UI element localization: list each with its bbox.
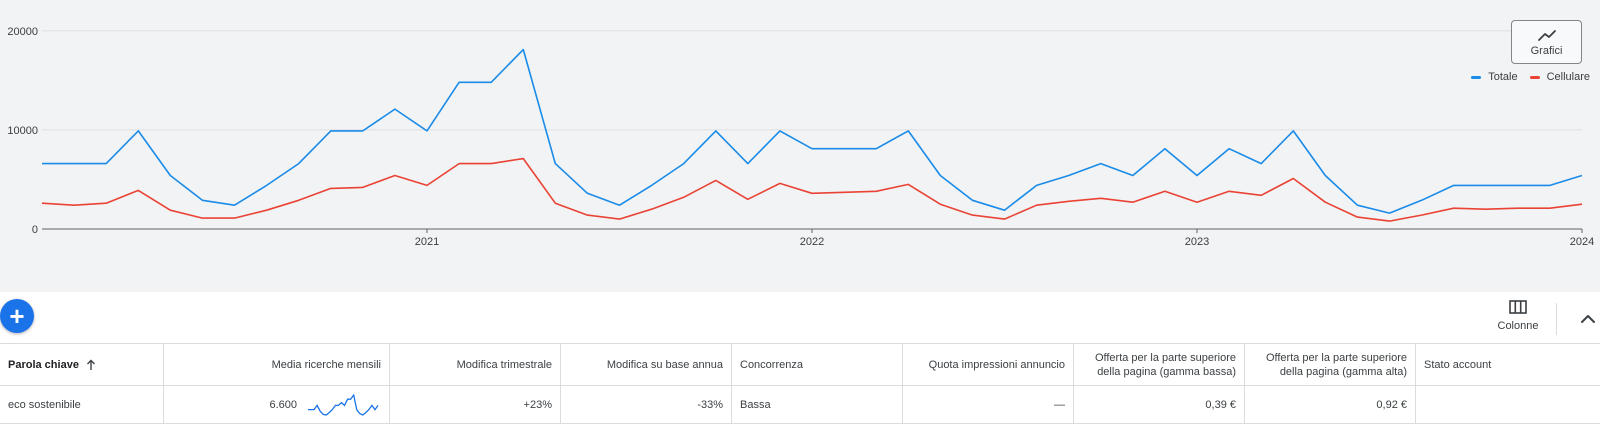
x-tick-label-2022: 2022 — [800, 236, 824, 248]
y-tick-label-10000: 10000 — [7, 125, 38, 137]
sort-arrow-up-icon[interactable] — [86, 359, 96, 371]
header-account-status[interactable]: Stato account — [1416, 344, 1600, 385]
plus-icon: + — [9, 301, 25, 331]
header-bid-low[interactable]: Offerta per la parte superiore della pag… — [1074, 344, 1245, 385]
sparkline-path — [308, 392, 379, 416]
header-impression-share-label: Quota impressioni annuncio — [928, 358, 1065, 371]
charts-button[interactable]: Grafici — [1511, 20, 1582, 64]
cell-bid-low: 0,39 € — [1074, 386, 1245, 423]
header-avg-searches-label: Media ricerche mensili — [271, 358, 381, 371]
y-tick-label-20000: 20000 — [7, 26, 38, 38]
legend-item-cellulare[interactable]: Cellulare — [1529, 71, 1590, 83]
competition-value: Bassa — [740, 398, 771, 411]
header-impression-share[interactable]: Quota impressioni annuncio — [903, 344, 1074, 385]
cell-avg-searches: 6.600 — [164, 386, 390, 423]
cell-bid-high: 0,92 € — [1245, 386, 1416, 423]
columns-icon — [1509, 300, 1527, 314]
toolbar-divider — [1556, 303, 1557, 335]
header-account-status-label: Stato account — [1424, 358, 1492, 371]
charts-button-label: Grafici — [1530, 44, 1563, 57]
header-yoy-change[interactable]: Modifica su base annua — [561, 344, 732, 385]
impression-share-value: — — [1054, 398, 1065, 411]
header-three-month-change-label: Modifica trimestrale — [456, 358, 552, 371]
columns-button-label: Colonne — [1497, 320, 1539, 332]
legend-item-totale[interactable]: Totale — [1471, 71, 1518, 83]
table-header: Parola chiave Media ricerche mensili Mod… — [0, 343, 1600, 386]
header-yoy-change-label: Modifica su base annua — [606, 358, 723, 371]
collapse-chart-button[interactable] — [1577, 310, 1599, 328]
header-bid-low-label: Offerta per la parte superiore della pag… — [1094, 351, 1236, 378]
header-avg-searches[interactable]: Media ricerche mensili — [164, 344, 390, 385]
avg-searches-value: 6.600 — [269, 398, 297, 411]
y-tick-label-0: 0 — [32, 224, 38, 236]
series-line-cellulare — [41, 157, 1583, 222]
legend-swatch-totale — [1471, 75, 1482, 79]
header-competition-label: Concorrenza — [740, 358, 803, 371]
legend-label-totale: Totale — [1488, 71, 1518, 83]
x-tick-label-2024: 2024 — [1570, 236, 1594, 248]
keyword-text: eco sostenibile — [8, 398, 81, 411]
bid-high-value: 0,92 € — [1376, 398, 1407, 411]
header-competition[interactable]: Concorrenza — [732, 344, 903, 385]
chart-legend: Totale Cellulare — [1459, 71, 1590, 83]
cell-yoy-change: -33% — [561, 386, 732, 423]
cell-impression-share: — — [903, 386, 1074, 423]
header-three-month-change[interactable]: Modifica trimestrale — [390, 344, 561, 385]
add-keywords-button[interactable]: + — [0, 299, 34, 333]
yoy-change-value: -33% — [697, 398, 723, 411]
trend-line-icon — [1537, 29, 1556, 41]
three-month-change-value: +23% — [523, 398, 552, 411]
legend-label-cellulare: Cellulare — [1546, 71, 1590, 83]
x-tick-label-2023: 2023 — [1185, 236, 1209, 248]
header-keyword[interactable]: Parola chiave — [0, 344, 164, 385]
cell-keyword: eco sostenibile — [0, 386, 164, 423]
cell-three-month-change: +23% — [390, 386, 561, 423]
legend-swatch-cellulare — [1529, 75, 1540, 79]
chevron-up-icon — [1581, 315, 1595, 323]
x-tick-label-2021: 2021 — [415, 236, 439, 248]
header-bid-high-label: Offerta per la parte superiore della pag… — [1265, 351, 1407, 378]
header-bid-high[interactable]: Offerta per la parte superiore della pag… — [1245, 344, 1416, 385]
bid-low-value: 0,39 € — [1205, 398, 1236, 411]
header-keyword-label: Parola chiave — [8, 358, 79, 371]
chart-area: 0 10000 20000 2021 2022 2023 2024 Grafici Tota… — [0, 0, 1600, 292]
cell-account-status — [1416, 386, 1600, 423]
series-line-totale — [42, 48, 1583, 214]
cell-competition: Bassa — [732, 386, 903, 423]
trend-chart: 0 10000 20000 2021 2022 2023 2024 — [7, 26, 1594, 248]
columns-button[interactable]: Colonne — [1482, 300, 1554, 340]
trend-sparkline — [308, 392, 379, 416]
table-row[interactable]: eco sostenibile 6.600 +23% -33% Bassa — … — [0, 386, 1600, 424]
